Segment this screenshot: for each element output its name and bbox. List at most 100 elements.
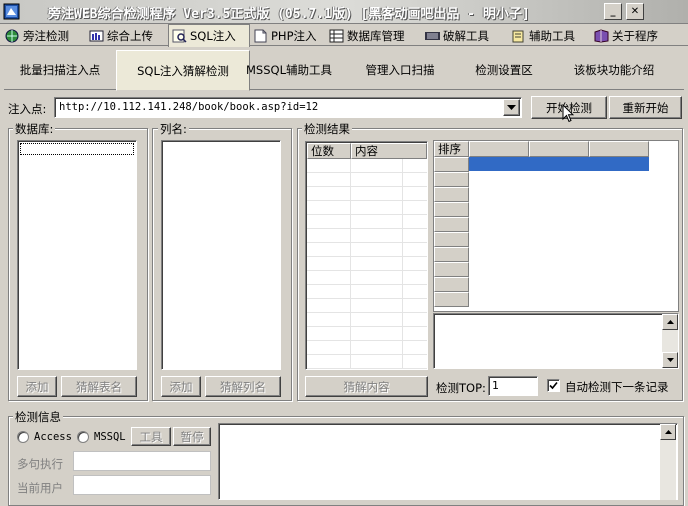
grid-header[interactable] xyxy=(529,141,589,157)
tab-php-injection[interactable]: PHP注入 xyxy=(250,25,320,46)
window-title: 旁注WEB综合检测程序 Ver3.5正式版 (05.7.1版) [黑客动画吧出品… xyxy=(48,7,530,22)
mssql-radio[interactable] xyxy=(77,431,89,443)
result-scrollbar[interactable] xyxy=(662,314,678,368)
result-textarea[interactable] xyxy=(433,313,679,369)
guess-content-label: 猜解内容 xyxy=(343,379,390,394)
row-header[interactable] xyxy=(434,202,469,217)
sort-header-label: 排序 xyxy=(438,142,461,156)
stop-button[interactable]: 暂停 xyxy=(173,427,211,446)
subtab-mssql-tools[interactable]: MSSQL辅助工具 xyxy=(226,50,352,89)
arrow-down-icon xyxy=(666,358,674,362)
toolbox-icon xyxy=(511,29,526,43)
guess-content-button[interactable]: 猜解内容 xyxy=(305,376,428,397)
row-header[interactable] xyxy=(434,277,469,292)
restart-button[interactable]: 重新开始 xyxy=(609,96,682,119)
multi-exec-input[interactable] xyxy=(73,451,211,471)
tab-side-detect[interactable]: 旁注检测 xyxy=(2,25,72,46)
injection-url-value: http://10.112.141.248/book/book.asp?id=1… xyxy=(59,101,319,113)
row-header[interactable] xyxy=(434,217,469,232)
tab-db-manager[interactable]: 数据库管理 xyxy=(326,25,408,46)
database-list[interactable] xyxy=(17,140,137,370)
main-tab-strip: 旁注检测 综合上传 SQL注入 PHP注入 数据库管理 破解工具 辅助工具 关于… xyxy=(0,24,688,47)
title-bar[interactable]: 旁注WEB综合检测程序 Ver3.5正式版 (05.7.1版) [黑客动画吧出品… xyxy=(0,0,688,24)
guess-tables-button[interactable]: 猜解表名 xyxy=(61,376,137,397)
db-add-button[interactable]: 添加 xyxy=(17,376,57,397)
sort-header[interactable]: 排序 xyxy=(434,141,469,157)
scroll-up-button[interactable] xyxy=(662,314,678,330)
col-add-button[interactable]: 添加 xyxy=(161,376,201,397)
col-header-digits[interactable]: 位数 xyxy=(307,143,351,159)
columns-list[interactable] xyxy=(161,140,281,370)
tab-label: 关于程序 xyxy=(612,28,658,43)
auto-next-checkbox[interactable] xyxy=(547,379,560,392)
db-add-label: 添加 xyxy=(25,379,49,394)
multi-exec-label: 多句执行 xyxy=(17,457,63,471)
tool-button[interactable]: 工具 xyxy=(131,427,171,446)
access-radio[interactable] xyxy=(17,431,29,443)
guess-tables-label: 猜解表名 xyxy=(76,379,122,394)
top-label: 检测TOP: xyxy=(436,381,486,395)
results-grid-lines xyxy=(307,159,427,369)
tab-crack-tools[interactable]: 破解工具 xyxy=(422,25,492,46)
col-header-label: 位数 xyxy=(311,144,334,158)
col-header-content[interactable]: 内容 xyxy=(351,143,427,159)
subtab-label: 检测设置区 xyxy=(475,62,533,77)
tab-label: 旁注检测 xyxy=(23,28,69,43)
minimize-button[interactable]: _ xyxy=(604,3,622,20)
top-value: 1 xyxy=(492,379,499,392)
tab-about[interactable]: 关于程序 xyxy=(591,25,661,46)
row-header[interactable] xyxy=(434,157,469,172)
row-header[interactable] xyxy=(434,247,469,262)
columns-label: 列名: xyxy=(158,121,189,137)
scroll-up-button[interactable] xyxy=(660,424,676,440)
mouse-cursor-icon xyxy=(562,104,574,123)
info-label: 检测信息 xyxy=(13,409,63,425)
selected-row[interactable] xyxy=(469,157,649,171)
results-listview[interactable]: 位数 内容 xyxy=(305,141,428,370)
row-header[interactable] xyxy=(434,292,469,307)
database-search-icon xyxy=(172,29,187,43)
injection-url-field[interactable]: http://10.112.141.248/book/book.asp?id=1… xyxy=(54,97,522,118)
restart-label: 重新开始 xyxy=(622,100,669,115)
tab-aux-tools[interactable]: 辅助工具 xyxy=(508,25,578,46)
row-header[interactable] xyxy=(434,172,469,187)
keyboard-icon xyxy=(425,29,440,43)
close-button[interactable]: ✕ xyxy=(626,3,644,20)
grid-header[interactable] xyxy=(469,141,529,157)
grid-header[interactable] xyxy=(589,141,649,157)
auto-next-label: 自动检测下一条记录 xyxy=(565,380,669,394)
current-user-input[interactable] xyxy=(73,475,211,495)
upload-icon xyxy=(89,29,104,43)
tab-label: 辅助工具 xyxy=(529,28,575,43)
row-header[interactable] xyxy=(434,187,469,202)
database-label: 数据库: xyxy=(13,121,56,137)
arrow-up-icon xyxy=(666,320,674,324)
tab-sql-injection[interactable]: SQL注入 xyxy=(168,24,250,47)
info-textarea[interactable] xyxy=(218,423,678,500)
col-add-label: 添加 xyxy=(169,379,193,394)
tab-label: 数据库管理 xyxy=(347,28,405,43)
tab-upload[interactable]: 综合上传 xyxy=(86,25,156,46)
scroll-down-button[interactable] xyxy=(662,352,678,368)
subtab-admin-scan[interactable]: 管理入口扫描 xyxy=(340,50,460,89)
row-header[interactable] xyxy=(434,232,469,247)
tab-label: 综合上传 xyxy=(107,28,153,43)
row-header[interactable] xyxy=(434,262,469,277)
subtab-settings[interactable]: 检测设置区 xyxy=(444,50,564,89)
sort-grid[interactable]: 排序 xyxy=(433,140,679,312)
subtab-intro[interactable]: 该板块功能介绍 xyxy=(550,50,678,89)
subtab-batch-scan[interactable]: 批量扫描注入点 xyxy=(6,50,114,89)
subtab-label: 批量扫描注入点 xyxy=(19,62,101,77)
sub-tab-strip: 批量扫描注入点 SQL注入猜解检测 MSSQL辅助工具 管理入口扫描 检测设置区… xyxy=(4,50,684,91)
database-icon xyxy=(329,29,344,43)
top-input[interactable]: 1 xyxy=(488,376,538,396)
info-scrollbar[interactable] xyxy=(660,424,676,500)
url-dropdown-button[interactable] xyxy=(503,99,520,116)
chevron-down-icon xyxy=(507,105,516,110)
app-icon xyxy=(3,3,20,20)
guess-columns-button[interactable]: 猜解列名 xyxy=(205,376,281,397)
injection-point-label: 注入点: xyxy=(8,102,47,116)
tab-label: SQL注入 xyxy=(190,29,236,43)
mssql-radio-label: MSSQL xyxy=(94,431,126,443)
access-radio-label: Access xyxy=(34,431,72,443)
